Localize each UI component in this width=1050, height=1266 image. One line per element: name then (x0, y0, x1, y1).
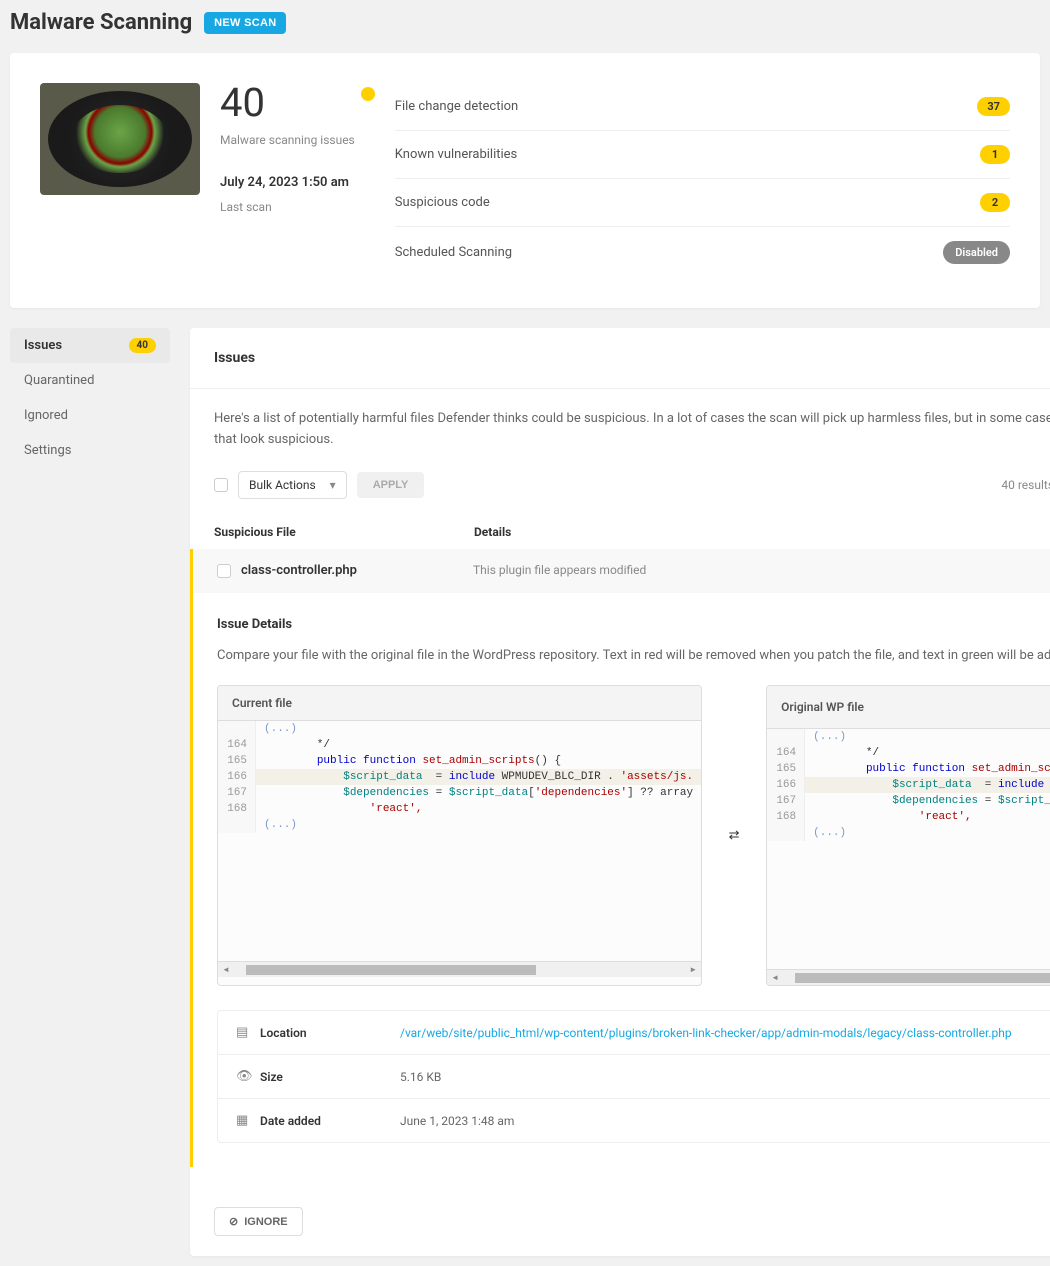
stat-scheduled-scanning: Scheduled Scanning Disabled (395, 227, 1010, 278)
issue-row[interactable]: class-controller.php This plugin file ap… (190, 549, 1050, 593)
issue-detail-desc: Compare your file with the original file… (217, 646, 1050, 666)
code-current[interactable]: (...) 164 */ 165 public function set_adm… (218, 721, 701, 961)
panel-description: Here's a list of potentially harmful fil… (214, 409, 1050, 451)
meta-date: ▦ Date added June 1, 2023 1:48 am (218, 1099, 1050, 1142)
eye-off-icon: ⊘ (229, 1215, 238, 1228)
summary-box: 40 Malware scanning issues July 24, 2023… (10, 53, 1040, 308)
eye-icon: 👁 (236, 1069, 260, 1084)
issue-filename: class-controller.php (241, 563, 357, 578)
stat-badge: 37 (977, 97, 1010, 116)
h-scrollbar[interactable] (218, 961, 701, 977)
diff-current-label: Current file (232, 696, 292, 710)
sidebar-item-quarantined[interactable]: Quarantined (10, 363, 170, 398)
issues-panel: Issues Type All Here's a list of potenti… (190, 328, 1050, 1256)
issue-detail-title: Issue Details (217, 617, 1050, 632)
bulk-actions-select[interactable]: Bulk Actions (238, 471, 347, 499)
h-scrollbar[interactable] (767, 969, 1050, 985)
diff-original-label: Original WP file (781, 700, 864, 714)
sidebar-item-ignored[interactable]: Ignored (10, 398, 170, 433)
ignore-button[interactable]: ⊘IGNORE (214, 1207, 303, 1236)
warning-dot-icon (361, 87, 375, 101)
folder-icon: ▤ (236, 1025, 260, 1040)
page-title: Malware Scanning (10, 10, 192, 35)
last-scan-time: July 24, 2023 1:50 am (220, 175, 355, 190)
meta-location: ▤ Location /var/web/site/public_html/wp-… (218, 1011, 1050, 1055)
issue-count-label: Malware scanning issues (220, 133, 355, 147)
new-scan-button[interactable]: NEW SCAN (204, 12, 286, 34)
location-link[interactable]: /var/web/site/public_html/wp-content/plu… (400, 1026, 1050, 1040)
diff-original-panel: Original WP file ☀ ☾ (...) 164 */ 165 (766, 685, 1050, 986)
apply-button[interactable]: APPLY (357, 472, 425, 498)
last-scan-label: Last scan (220, 200, 355, 214)
sidebar-badge: 40 (129, 338, 156, 353)
sidebar-item-issues[interactable]: Issues 40 (10, 328, 170, 363)
stat-suspicious-code: Suspicious code 2 (395, 179, 1010, 227)
sidebar: Issues 40 Quarantined Ignored Settings (10, 328, 170, 1256)
stat-file-change: File change detection 37 (395, 83, 1010, 131)
site-thumbnail (40, 83, 200, 195)
row-checkbox[interactable] (217, 564, 231, 578)
stat-badge-disabled: Disabled (943, 241, 1010, 264)
col-details: Details (474, 525, 1050, 539)
calendar-icon: ▦ (236, 1113, 260, 1128)
stat-badge: 2 (980, 193, 1010, 212)
code-original[interactable]: (...) 164 */ 165 public function set_adm… (767, 729, 1050, 969)
issue-count: 40 (220, 83, 355, 123)
issue-detail-panel: Issue Details Compare your file with the… (190, 593, 1050, 1168)
select-all-checkbox[interactable] (214, 478, 228, 492)
panel-title: Issues (214, 350, 255, 366)
stat-known-vuln: Known vulnerabilities 1 (395, 131, 1010, 179)
sidebar-item-settings[interactable]: Settings (10, 433, 170, 468)
results-count: 40 results (1001, 478, 1050, 492)
meta-size: 👁 Size 5.16 KB (218, 1055, 1050, 1099)
issue-summary: This plugin file appears modified (473, 563, 646, 577)
col-suspicious-file: Suspicious File (214, 525, 474, 539)
stat-badge: 1 (980, 145, 1010, 164)
diff-sync-icon: ⇄ (722, 685, 746, 986)
diff-current-panel: Current file (...) 164 */ 165 public fun… (217, 685, 702, 986)
